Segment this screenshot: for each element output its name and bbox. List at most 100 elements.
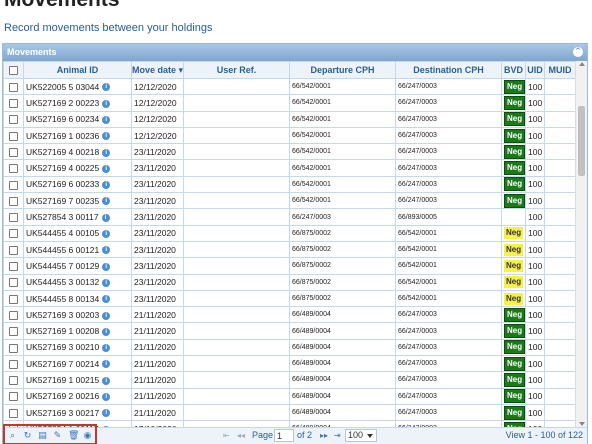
select-all-checkbox[interactable] <box>3 61 24 79</box>
table-row[interactable]: UK527169 4 00218 i 23/11/2020 66/542/0001 66… <box>3 143 576 161</box>
table-row[interactable]: UK544455 7 00129 i 23/11/2020 66/875/0002 66… <box>3 257 576 275</box>
row-checkbox[interactable] <box>3 338 24 357</box>
col-muid[interactable]: MUID <box>544 61 576 79</box>
info-icon[interactable]: i <box>102 99 111 108</box>
cell-uid: 100 <box>525 387 545 405</box>
col-user-ref[interactable]: User Ref. <box>183 61 290 79</box>
row-checkbox[interactable] <box>3 126 24 145</box>
rows-per-page-select[interactable]: 100 <box>345 429 377 442</box>
cell-destination-cph: 66/542/0001 <box>395 257 502 275</box>
row-checkbox[interactable] <box>3 159 24 177</box>
table-row[interactable]: UK527169 3 00217 i 21/11/2020 66/489/0004 66… <box>3 403 576 422</box>
info-icon[interactable]: i <box>102 181 111 190</box>
row-checkbox[interactable] <box>3 355 24 373</box>
next-page-icon[interactable]: ▸▸ <box>320 431 328 440</box>
scroll-thumb[interactable] <box>578 106 585 176</box>
table-row[interactable]: UK527169 6 00234 i 12/12/2020 66/542/0001 66… <box>3 110 576 128</box>
col-departure-cph[interactable]: Departure CPH <box>289 61 396 79</box>
col-move-date[interactable]: Move date ▾ <box>131 61 184 79</box>
info-icon[interactable]: i <box>102 246 111 255</box>
cell-user-ref <box>183 355 290 373</box>
info-icon[interactable]: i <box>102 148 111 157</box>
info-icon[interactable]: i <box>102 311 111 320</box>
table-row[interactable]: UK527169 1 00236 i 12/12/2020 66/542/0001 66… <box>3 126 576 145</box>
col-animal-id[interactable]: Animal ID <box>23 61 132 79</box>
table-row[interactable]: UK527169 2 00216 i 21/11/2020 66/489/0004 66… <box>3 387 576 405</box>
row-checkbox[interactable] <box>3 208 24 226</box>
page-number-input[interactable] <box>274 429 294 442</box>
table-row[interactable]: UK522005 5 03044 i 12/12/2020 66/542/0001 66… <box>3 77 576 96</box>
info-icon[interactable]: i <box>102 278 111 287</box>
info-icon[interactable]: i <box>102 164 111 173</box>
scroll-down-icon[interactable] <box>579 422 585 426</box>
row-checkbox[interactable] <box>3 371 24 389</box>
info-icon[interactable]: i <box>102 230 111 239</box>
row-checkbox[interactable] <box>3 306 24 324</box>
row-checkbox[interactable] <box>3 289 24 308</box>
info-icon[interactable]: i <box>102 115 111 124</box>
info-icon[interactable]: i <box>102 132 111 141</box>
info-icon[interactable]: i <box>102 295 111 304</box>
col-bvd[interactable]: BVD <box>501 61 526 79</box>
prev-page-icon[interactable]: ◂◂ <box>237 431 245 440</box>
cell-move-date: 23/11/2020 <box>131 289 184 308</box>
row-checkbox[interactable] <box>3 175 24 194</box>
row-checkbox[interactable] <box>3 387 24 405</box>
cell-uid: 100 <box>525 240 545 259</box>
table-row[interactable]: UK544455 8 00134 i 23/11/2020 66/875/0002 66… <box>3 289 576 308</box>
table-row[interactable]: UK527169 7 00214 i 21/11/2020 66/489/0004 66… <box>3 355 576 373</box>
info-icon[interactable]: i <box>102 376 111 385</box>
view-icon[interactable]: ◉ <box>83 431 92 443</box>
info-icon[interactable]: i <box>102 83 111 92</box>
table-row[interactable]: UK527169 3 00203 i 21/11/2020 66/489/0004 66… <box>3 306 576 324</box>
row-checkbox[interactable] <box>3 110 24 128</box>
cell-uid: 100 <box>525 257 545 275</box>
document-icon[interactable]: ▤ <box>38 431 47 443</box>
scroll-up-icon[interactable] <box>579 62 585 66</box>
table-row[interactable]: UK527854 3 00117 i 23/11/2020 66/247/0003 66… <box>3 208 576 226</box>
last-page-icon[interactable]: ⇥ <box>334 431 341 440</box>
info-icon[interactable]: i <box>102 360 111 369</box>
row-checkbox[interactable] <box>3 403 24 422</box>
row-checkbox[interactable] <box>3 192 24 210</box>
table-row[interactable]: UK527169 3 00210 i 21/11/2020 66/489/0004 66… <box>3 338 576 357</box>
table-row[interactable]: UK544455 4 00105 i 23/11/2020 66/875/0002 66… <box>3 224 576 242</box>
info-icon[interactable]: i <box>102 197 111 206</box>
row-checkbox[interactable] <box>3 143 24 161</box>
refresh-icon[interactable]: ↻ <box>23 431 32 443</box>
table-row[interactable]: UK544455 3 00132 i 23/11/2020 66/875/0002 66… <box>3 273 576 291</box>
table-row[interactable]: UK527169 6 00233 i 23/11/2020 66/542/0001 66… <box>3 175 576 194</box>
table-header-row: Animal ID Move date ▾ User Ref. Departur… <box>3 61 576 79</box>
search-icon[interactable]: ⌕ <box>8 431 17 443</box>
row-checkbox[interactable] <box>3 94 24 112</box>
info-icon[interactable]: i <box>102 262 111 271</box>
table-row[interactable]: UK527169 7 00235 i 23/11/2020 66/542/0001 66… <box>3 192 576 210</box>
col-destination-cph[interactable]: Destination CPH <box>395 61 502 79</box>
edit-icon[interactable]: ✎ <box>53 431 62 443</box>
table-row[interactable]: UK527169 1 00208 i 21/11/2020 66/489/0004 66… <box>3 322 576 340</box>
cell-animal-id: UK544455 4 00105 i <box>23 224 132 242</box>
vertical-scrollbar[interactable] <box>575 61 587 427</box>
collapse-circle-icon[interactable]: ⌃ <box>573 47 583 57</box>
cell-animal-id: UK527169 6 00234 i <box>23 110 132 128</box>
row-checkbox[interactable] <box>3 240 24 259</box>
info-icon[interactable]: i <box>102 344 111 353</box>
info-icon[interactable]: i <box>102 409 111 418</box>
table-row[interactable]: UK527169 1 00215 i 21/11/2020 66/489/0004 66… <box>3 371 576 389</box>
bvd-status-badge: Neg <box>504 389 525 404</box>
first-page-icon[interactable]: ⇤ <box>223 431 230 440</box>
table-row[interactable]: UK527169 4 00225 i 23/11/2020 66/542/0001 66… <box>3 159 576 177</box>
row-checkbox[interactable] <box>3 77 24 96</box>
info-icon[interactable]: i <box>101 213 110 222</box>
row-checkbox[interactable] <box>3 257 24 275</box>
info-icon[interactable]: i <box>102 327 111 336</box>
row-checkbox[interactable] <box>3 224 24 242</box>
delete-icon[interactable]: 🗑 <box>68 431 79 443</box>
cell-bvd: Neg <box>501 322 526 340</box>
info-icon[interactable]: i <box>102 393 111 402</box>
col-uid[interactable]: UID <box>525 61 545 79</box>
row-checkbox[interactable] <box>3 273 24 291</box>
row-checkbox[interactable] <box>3 322 24 340</box>
table-row[interactable]: UK544455 6 00121 i 23/11/2020 66/875/0002 66… <box>3 240 576 259</box>
table-row[interactable]: UK527169 2 00223 i 12/12/2020 66/542/0001 66… <box>3 94 576 112</box>
